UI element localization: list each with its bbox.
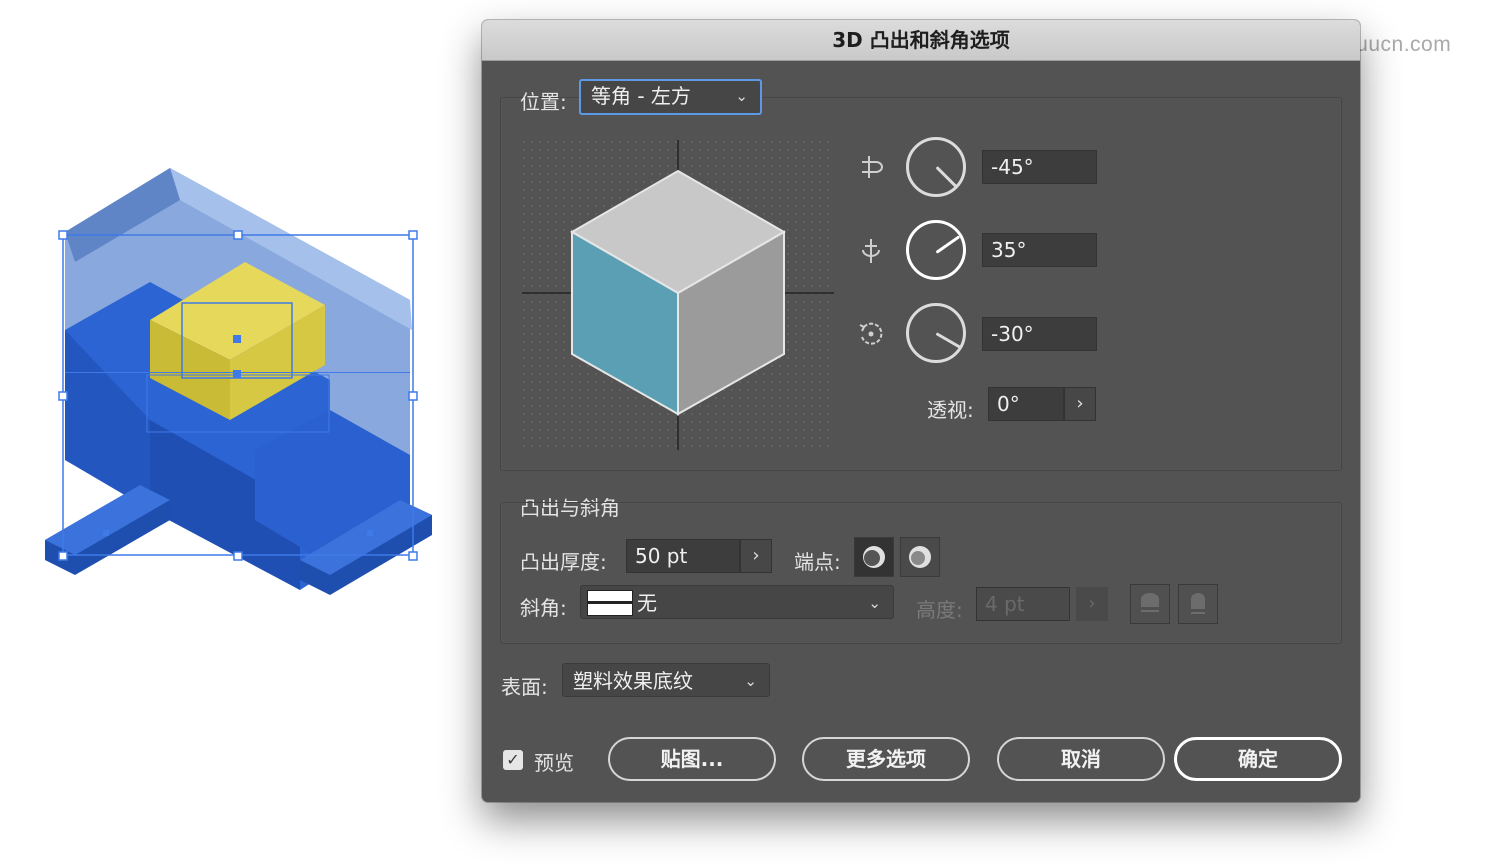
preview-checkbox[interactable]: ✓	[503, 750, 523, 770]
surface-label: 表面:	[501, 675, 548, 699]
perspective-label: 透视:	[927, 398, 974, 422]
dial-needle	[935, 332, 962, 349]
chevron-down-icon: ⌄	[868, 594, 881, 612]
bevel-extent-in-button	[1178, 584, 1218, 624]
surface-select-value: 塑料效果底纹	[573, 669, 693, 693]
bevel-select-value: 无	[637, 591, 657, 615]
rotate-y-dial[interactable]	[906, 220, 966, 280]
bevel-height-value: 4 pt	[985, 592, 1025, 616]
perspective-slider-button[interactable]: ›	[1064, 387, 1096, 421]
dial-needle	[935, 166, 958, 188]
extrude-depth-label: 凸出厚度:	[520, 550, 607, 574]
rotate-y-icon	[862, 239, 880, 263]
dialog-title: 3D 凸出和斜角选项	[482, 20, 1360, 61]
extrude-bevel-dialog: 3D 凸出和斜角选项 位置: 等角 - 左方 ⌄ -45° 35° -30° 透…	[482, 20, 1360, 802]
3d-artwork[interactable]	[0, 0, 480, 864]
cancel-button[interactable]: 取消	[997, 737, 1165, 781]
rotate-z-input[interactable]: -30°	[982, 317, 1097, 351]
bevel-height-input: 4 pt	[976, 587, 1070, 621]
extrude-depth-slider-button[interactable]: ›	[740, 539, 772, 573]
surface-select[interactable]: 塑料效果底纹 ⌄	[562, 663, 770, 697]
cap-on-button[interactable]	[854, 537, 894, 577]
rotate-z-dial[interactable]	[906, 303, 966, 363]
ok-button[interactable]: 确定	[1174, 737, 1342, 781]
bevel-extent-out-icon	[1141, 593, 1159, 612]
bevel-height-label: 高度:	[916, 598, 963, 622]
cap-off-button[interactable]	[900, 537, 940, 577]
preview-label[interactable]: 预览	[534, 747, 574, 776]
bevel-height-slider-button: ›	[1076, 587, 1108, 621]
rotate-y-input[interactable]: 35°	[982, 233, 1097, 267]
position-select[interactable]: 等角 - 左方 ⌄	[579, 79, 762, 115]
bevel-swatch-icon	[587, 590, 633, 616]
cap-off-icon	[909, 546, 931, 568]
bevel-select[interactable]: 无 ⌄	[580, 585, 894, 619]
position-label: 位置:	[520, 90, 567, 114]
map-art-button[interactable]: 贴图...	[608, 737, 776, 781]
dial-needle	[935, 235, 961, 254]
perspective-input[interactable]: 0°	[988, 387, 1064, 421]
rotate-x-icon	[862, 156, 883, 178]
cap-label: 端点:	[794, 550, 841, 574]
extrude-depth-input[interactable]: 50 pt	[626, 539, 740, 573]
track-cube[interactable]	[522, 140, 834, 450]
rotate-x-dial[interactable]	[906, 137, 966, 197]
chevron-down-icon: ⌄	[744, 672, 757, 690]
rotate-z-icon	[859, 322, 883, 345]
rotate-x-input[interactable]: -45°	[982, 150, 1097, 184]
position-select-value: 等角 - 左方	[591, 84, 691, 108]
bevel-extent-in-icon	[1191, 593, 1205, 614]
cap-on-icon	[863, 546, 885, 568]
more-options-button[interactable]: 更多选项	[802, 737, 970, 781]
bevel-extent-out-button	[1130, 584, 1170, 624]
bevel-label: 斜角:	[520, 596, 567, 620]
chevron-down-icon: ⌄	[735, 87, 748, 105]
